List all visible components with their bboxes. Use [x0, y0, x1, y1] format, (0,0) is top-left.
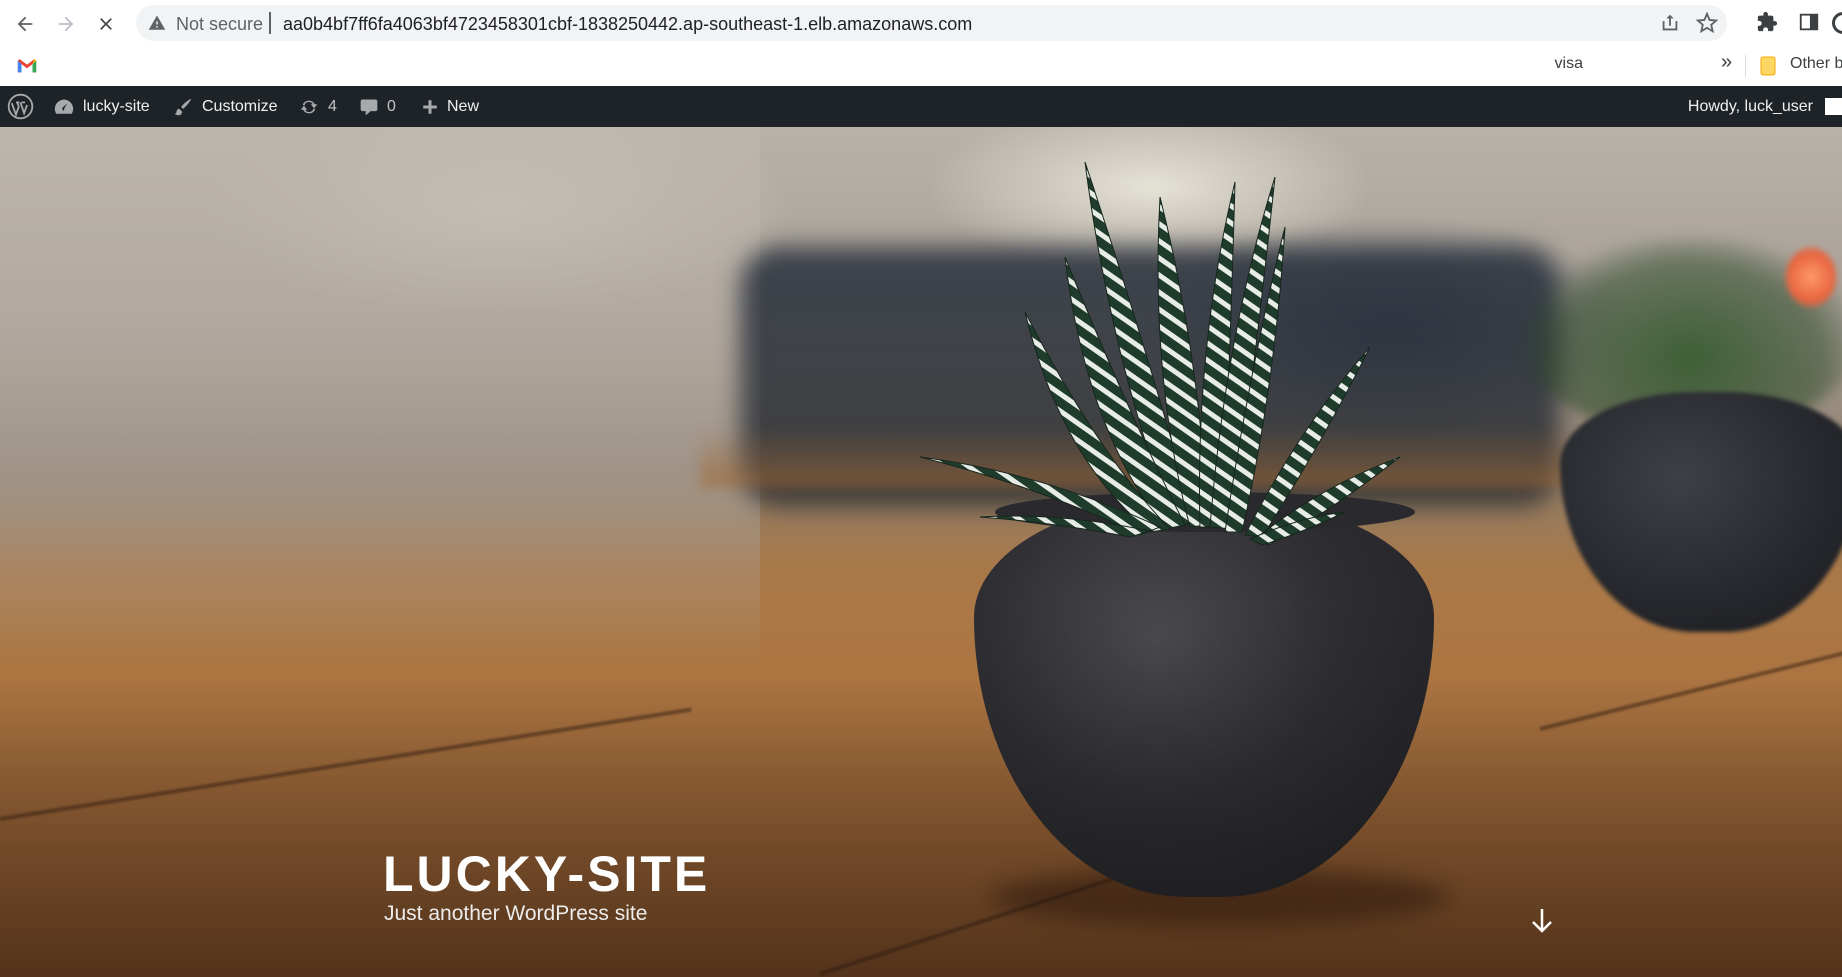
howdy-label: Howdy, luck_user: [1687, 97, 1813, 115]
browser-toolbar: Not secure aa0b4bf7ff6fa4063bf4723458301…: [0, 0, 1842, 46]
address-bar[interactable]: Not secure aa0b4bf7ff6fa4063bf4723458301…: [136, 5, 1727, 41]
bookmarks-overflow-chevron-icon[interactable]: »: [1721, 51, 1732, 74]
close-icon: [100, 18, 112, 30]
warning-icon[interactable]: [148, 14, 166, 32]
other-bookmarks[interactable]: Other bookmarks: [1790, 55, 1842, 73]
customize-label: Customize: [202, 97, 278, 115]
divider: [269, 12, 271, 34]
stop-loading-button[interactable]: [91, 9, 121, 39]
paintbrush-icon: [174, 98, 192, 115]
bookmark-visa[interactable]: visa: [1545, 55, 1583, 73]
profile-avatar[interactable]: [1832, 12, 1842, 34]
updates-count: 4: [328, 97, 337, 115]
divider: [1745, 55, 1746, 77]
side-panel-icon[interactable]: [1798, 11, 1820, 33]
comments-count: 0: [387, 97, 396, 115]
my-account-menu[interactable]: Howdy, luck_user: [1688, 86, 1842, 127]
gmail-icon[interactable]: [16, 55, 38, 77]
refresh-updates-icon: [300, 100, 318, 113]
site-title[interactable]: LUCKY-SITE: [383, 845, 710, 903]
site-name-menu[interactable]: lucky-site: [53, 86, 150, 127]
bookmark-star-icon[interactable]: [1696, 12, 1718, 34]
comments-link[interactable]: 0: [359, 86, 396, 127]
new-label: New: [447, 97, 480, 115]
bookmarks-bar: visa » Other bookmarks: [0, 46, 1842, 86]
arrow-right-icon: [58, 16, 74, 32]
wp-logo-menu[interactable]: [7, 86, 34, 127]
forward-button[interactable]: [51, 9, 81, 39]
site-tagline: Just another WordPress site: [384, 902, 648, 925]
back-button[interactable]: [10, 9, 40, 39]
share-icon[interactable]: [1659, 12, 1681, 34]
extensions-icon[interactable]: [1756, 11, 1778, 33]
wordpress-logo-icon: [7, 93, 34, 120]
plus-icon: [423, 99, 437, 114]
comment-bubble-icon: [360, 99, 378, 115]
url-text[interactable]: aa0b4bf7ff6fa4063bf4723458301cbf-1838250…: [283, 14, 972, 35]
folder-icon[interactable]: [1760, 56, 1776, 76]
security-status[interactable]: Not secure: [176, 14, 263, 35]
new-content-menu[interactable]: New: [421, 86, 479, 127]
hero-overlay: [0, 127, 1842, 977]
avatar: [1825, 98, 1842, 115]
wp-admin-bar: lucky-site Customize 4 0 New Howdy, luck…: [0, 86, 1842, 127]
customize-link[interactable]: Customize: [172, 86, 278, 127]
hero-header-image: LUCKY-SITE Just another WordPress site: [0, 127, 1842, 977]
dashboard-gauge-icon: [54, 99, 74, 114]
arrow-left-icon: [17, 16, 33, 32]
arrow-down-icon[interactable]: [1530, 907, 1554, 935]
updates-link[interactable]: 4: [298, 86, 337, 127]
site-name-label: lucky-site: [83, 97, 150, 115]
